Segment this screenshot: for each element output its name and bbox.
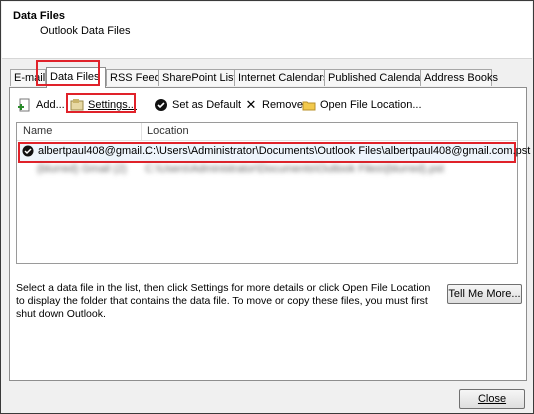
column-name[interactable]: Name — [17, 123, 141, 140]
tab-highlight-box — [36, 60, 100, 86]
open-file-location-button[interactable]: Open File Location... — [302, 97, 422, 113]
list-row-selected[interactable]: albertpaul408@gmail... C:\Users\Administ… — [18, 142, 530, 163]
account-settings-window: Data Files Outlook Data Files E-mail Dat… — [0, 0, 534, 414]
remove-button[interactable]: ✕ Remove — [244, 97, 303, 113]
settings-button[interactable]: Settings... — [66, 93, 137, 113]
row-location: C:\Users\Administrator\Documents\Outlook… — [145, 163, 444, 175]
add-file-icon — [18, 98, 32, 112]
column-location[interactable]: Location — [141, 123, 507, 140]
tab-published-calendars[interactable]: Published Calendars — [324, 69, 430, 86]
row-name: albertpaul408@gmail... — [38, 145, 152, 157]
open-file-location-label: Open File Location... — [320, 99, 422, 111]
check-circle-icon — [154, 98, 168, 112]
description-text: Select a data file in the list, then cli… — [16, 282, 431, 320]
remove-x-icon: ✕ — [245, 97, 257, 112]
tab-address-books[interactable]: Address Books — [420, 69, 498, 86]
set-default-button[interactable]: Set as Default — [154, 97, 241, 113]
tell-me-more-label: Tell Me More... — [448, 288, 521, 300]
add-button-label: Add... — [36, 99, 65, 111]
dialog-header: Data Files Outlook Data Files — [2, 2, 532, 59]
remove-label: Remove — [262, 99, 303, 111]
close-label: Close — [477, 393, 507, 405]
add-button[interactable]: Add... — [18, 97, 65, 113]
page-title: Data Files — [13, 10, 65, 22]
settings-highlight-box — [66, 93, 136, 113]
close-button[interactable]: Close — [459, 389, 525, 409]
list-header: Name Location — [17, 123, 517, 141]
data-files-panel: Add... Settings... Set as Default ✕ Remo… — [9, 87, 530, 381]
row-location: C:\Users\Administrator\Documents\Outlook… — [145, 145, 531, 157]
data-files-list[interactable]: Name Location albertpaul408@gmail... C:\… — [16, 122, 530, 264]
tab-rss-feeds[interactable]: RSS Feeds — [106, 69, 166, 86]
list-row[interactable]: (blurred) Gmail (2) C:\Users\Administrat… — [17, 161, 517, 178]
folder-icon — [302, 98, 316, 112]
tell-me-more-button[interactable]: Tell Me More... — [447, 284, 522, 304]
page-subtitle: Outlook Data Files — [40, 25, 131, 37]
tab-sharepoint-lists[interactable]: SharePoint Lists — [158, 69, 242, 86]
tab-internet-calendars[interactable]: Internet Calendars — [234, 69, 329, 86]
set-default-label: Set as Default — [172, 99, 242, 111]
row-name: (blurred) Gmail (2) — [37, 163, 127, 175]
